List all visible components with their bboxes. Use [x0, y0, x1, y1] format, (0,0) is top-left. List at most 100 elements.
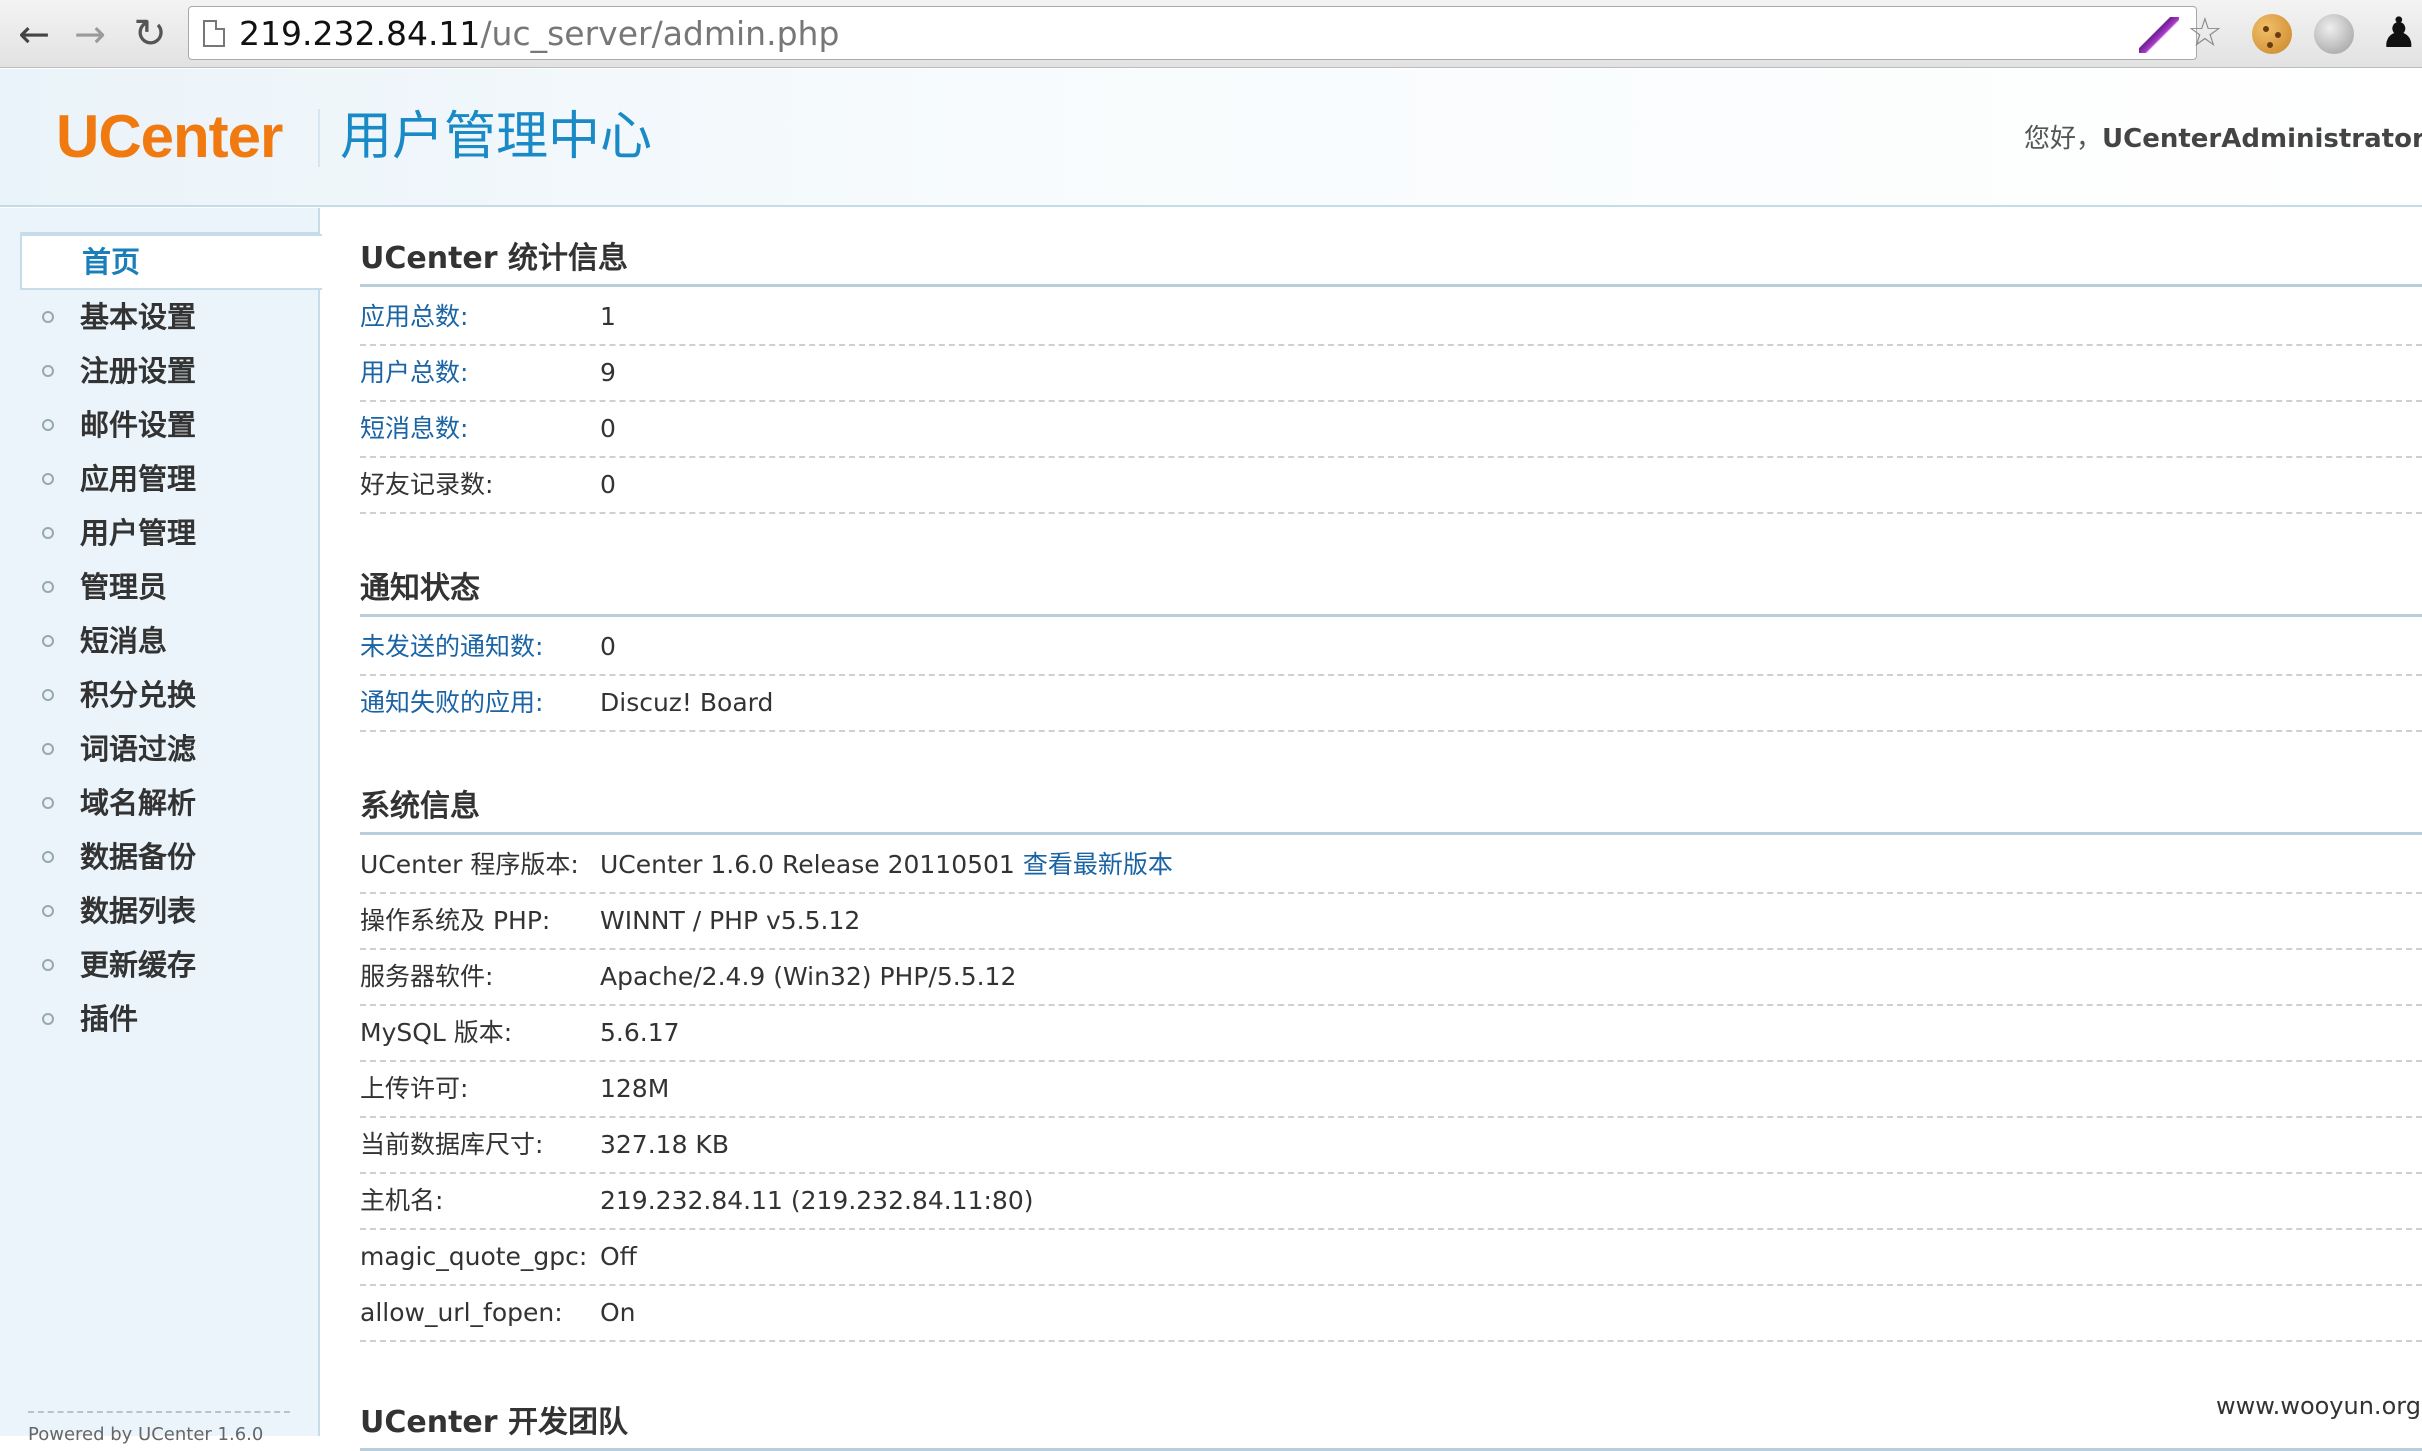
system-label: 操作系统及 PHP:: [360, 906, 551, 935]
back-arrow-icon[interactable]: ←: [10, 10, 58, 58]
sidebar-item-user-management[interactable]: 用户管理: [0, 506, 320, 560]
app-title: 用户管理中心: [340, 107, 653, 167]
stats-row: 好友记录数: 0: [360, 458, 2422, 514]
reload-icon[interactable]: ↻: [126, 10, 174, 58]
sidebar-item-label: 管理员: [80, 570, 168, 604]
notify-value: 0: [600, 632, 616, 661]
ucenter-logo[interactable]: UCenter: [56, 101, 283, 173]
system-row: 服务器软件: Apache/2.4.9 (Win32) PHP/5.5.12: [360, 950, 2422, 1006]
system-value: 327.18 KB: [600, 1130, 729, 1159]
url-path: /uc_server/admin.php: [480, 14, 840, 53]
system-label: 当前数据库尺寸:: [360, 1130, 544, 1159]
stat-label: 好友记录数:: [360, 470, 494, 499]
stat-value: 0: [600, 414, 616, 443]
stat-label[interactable]: 用户总数:: [360, 346, 468, 400]
version-text: UCenter 1.6.0 Release 20110501: [600, 850, 1015, 879]
sidebar-item-label: 注册设置: [80, 354, 197, 388]
notify-row: 通知失败的应用: Discuz! Board: [360, 676, 2422, 732]
stats-row: 短消息数: 0: [360, 402, 2422, 458]
pen-icon[interactable]: [2139, 17, 2179, 53]
circle-bullet-icon: [42, 365, 54, 377]
sidebar-item-home[interactable]: 首页: [20, 234, 322, 290]
circle-bullet-icon: [42, 689, 54, 701]
cookie-icon[interactable]: [2252, 14, 2292, 54]
circle-bullet-icon: [42, 797, 54, 809]
circle-bullet-icon: [42, 419, 54, 431]
sidebar-item-label: 用户管理: [80, 516, 197, 550]
stat-label[interactable]: 短消息数:: [360, 402, 468, 456]
menu-top-line: [20, 208, 320, 234]
app-header: UCenter 用户管理中心 您好，UCenterAdministrator […: [0, 69, 2422, 207]
check-latest-version-link[interactable]: 查看最新版本: [1023, 850, 1173, 879]
sidebar-item-label: 数据列表: [80, 894, 197, 928]
circle-bullet-icon: [42, 1013, 54, 1025]
sidebar-item-app-management[interactable]: 应用管理: [0, 452, 320, 506]
notify-row: 未发送的通知数: 0: [360, 620, 2422, 676]
system-label: 服务器软件:: [360, 962, 494, 991]
sidebar-item-label: 短消息: [80, 624, 168, 658]
circle-bullet-icon: [42, 743, 54, 755]
sidebar-item-administrators[interactable]: 管理员: [0, 560, 320, 614]
sidebar-item-mail-settings[interactable]: 邮件设置: [0, 398, 320, 452]
globe-icon[interactable]: [2314, 14, 2354, 54]
notify-label[interactable]: 通知失败的应用:: [360, 676, 543, 730]
sidebar-item-update-cache[interactable]: 更新缓存: [0, 938, 320, 992]
circle-bullet-icon: [42, 473, 54, 485]
system-value: 128M: [600, 1074, 670, 1103]
stats-row: 应用总数: 1: [360, 290, 2422, 346]
circle-bullet-icon: [42, 851, 54, 863]
sidebar-divider: [28, 1411, 290, 1413]
system-label: 主机名:: [360, 1186, 444, 1215]
system-label: 上传许可:: [360, 1074, 469, 1103]
forward-arrow-icon[interactable]: →: [66, 10, 114, 58]
circle-bullet-icon: [42, 311, 54, 323]
stat-label[interactable]: 应用总数:: [360, 290, 468, 344]
circle-bullet-icon: [42, 527, 54, 539]
notify-value: Discuz! Board: [600, 688, 774, 717]
sidebar-item-plugins[interactable]: 插件: [0, 992, 320, 1046]
system-label: allow_url_fopen:: [360, 1298, 563, 1327]
sidebar-item-basic-settings[interactable]: 基本设置: [0, 290, 320, 344]
stat-value: 9: [600, 358, 616, 387]
system-row: magic_quote_gpc: Off: [360, 1230, 2422, 1286]
username: UCenterAdministrator: [2102, 124, 2422, 154]
user-greeting: 您好，UCenterAdministrator [ 退: [2024, 119, 2422, 159]
notify-label[interactable]: 未发送的通知数:: [360, 620, 543, 674]
url-text[interactable]: 219.232.84.11/uc_server/admin.php: [239, 7, 839, 61]
sidebar-item-data-list[interactable]: 数据列表: [0, 884, 320, 938]
sidebar-item-domain-resolution[interactable]: 域名解析: [0, 776, 320, 830]
sidebar-item-credit-exchange[interactable]: 积分兑换: [0, 668, 320, 722]
star-icon[interactable]: ☆: [2187, 11, 2223, 55]
system-row: allow_url_fopen: On: [360, 1286, 2422, 1342]
sidebar-item-data-backup[interactable]: 数据备份: [0, 830, 320, 884]
system-row: MySQL 版本: 5.6.17: [360, 1006, 2422, 1062]
system-row: 当前数据库尺寸: 327.18 KB: [360, 1118, 2422, 1174]
sidebar-item-short-messages[interactable]: 短消息: [0, 614, 320, 668]
system-section-title: 系统信息: [360, 782, 2422, 835]
system-value: WINNT / PHP v5.5.12: [600, 906, 861, 935]
url-host: 219.232.84.11: [239, 14, 481, 53]
system-value: UCenter 1.6.0 Release 20110501 查看最新版本: [600, 838, 1173, 892]
sidebar-item-label: 更新缓存: [80, 948, 197, 982]
address-bar[interactable]: 219.232.84.11/uc_server/admin.php ☆: [188, 6, 2223, 61]
sidebar-menu: 基本设置 注册设置 邮件设置 应用管理 用户管理 管理员 短消息 积分兑换 词语…: [0, 290, 320, 1046]
page-icon: [203, 20, 225, 47]
sidebar-item-label: 插件: [80, 1002, 139, 1036]
sidebar-item-label: 邮件设置: [80, 408, 197, 442]
notify-section-title: 通知状态: [360, 564, 2422, 617]
main-content: UCenter 统计信息 应用总数: 1 用户总数: 9 短消息数: 0 好友记…: [360, 208, 2422, 1451]
system-value: 219.232.84.11 (219.232.84.11:80): [600, 1186, 1034, 1215]
sidebar-item-label: 域名解析: [80, 786, 197, 820]
sidebar-item-label: 应用管理: [80, 462, 197, 496]
system-value: Apache/2.4.9 (Win32) PHP/5.5.12: [600, 962, 1017, 991]
system-label: UCenter 程序版本:: [360, 850, 579, 879]
system-value: 5.6.17: [600, 1018, 680, 1047]
sidebar-item-word-filter[interactable]: 词语过滤: [0, 722, 320, 776]
browser-toolbar: ← → ↻ 219.232.84.11/uc_server/admin.php …: [0, 0, 2422, 68]
chess-icon[interactable]: ♟: [2380, 8, 2418, 58]
sidebar-item-label: 基本设置: [80, 300, 197, 334]
header-divider: [318, 109, 320, 167]
stat-value: 1: [600, 302, 616, 331]
sidebar-item-register-settings[interactable]: 注册设置: [0, 344, 320, 398]
sidebar-item-label: 数据备份: [80, 840, 197, 874]
